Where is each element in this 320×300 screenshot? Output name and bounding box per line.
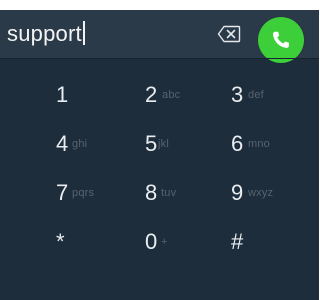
key-6[interactable]: 6 mno	[231, 123, 311, 167]
key-9[interactable]: 9 wxyz	[231, 172, 311, 216]
key-7[interactable]: 7 pqrs	[56, 172, 136, 216]
key-letters: pqrs	[72, 187, 95, 199]
key-3[interactable]: 3 def	[231, 74, 311, 118]
key-digit: 3	[231, 82, 244, 107]
key-digit: 0	[145, 229, 158, 254]
key-digit: 2	[145, 82, 158, 107]
key-digit: 1	[56, 82, 69, 107]
key-letters: mno	[248, 138, 270, 150]
key-0[interactable]: 0 +	[145, 221, 225, 265]
number-input[interactable]: support	[7, 20, 85, 48]
key-letters: wxyz	[248, 187, 274, 199]
key-letters: abc	[162, 89, 181, 101]
key-letters: +	[161, 236, 168, 248]
backspace-button[interactable]	[217, 25, 241, 43]
key-digit: 8	[145, 180, 158, 205]
key-4[interactable]: 4 ghi	[56, 123, 136, 167]
key-digit: 7	[56, 180, 69, 205]
key-letters: def	[248, 89, 264, 101]
key-letters: jkl	[158, 138, 169, 150]
key-digit: 5	[145, 131, 158, 156]
key-digit: #	[231, 229, 244, 254]
key-hash[interactable]: #	[231, 221, 311, 265]
number-input-bar[interactable]: support	[0, 10, 319, 63]
backspace-icon	[217, 25, 241, 43]
key-8[interactable]: 8 tuv	[145, 172, 225, 216]
key-letters: ghi	[72, 138, 88, 150]
call-button[interactable]	[258, 17, 304, 63]
dialer-panel: support 1 2 abc 3 def 4 ghi 5 jkl 6 mno 7 pqrs 8 tuv 9 w…	[0, 10, 319, 300]
key-digit: *	[56, 229, 65, 254]
phone-icon	[272, 31, 289, 48]
divider	[0, 58, 319, 59]
key-star[interactable]: *	[56, 221, 136, 265]
key-digit: 6	[231, 131, 244, 156]
key-5[interactable]: 5 jkl	[145, 123, 225, 167]
number-input-value: support	[7, 21, 82, 46]
key-1[interactable]: 1	[56, 74, 136, 118]
key-digit: 9	[231, 180, 244, 205]
key-letters: tuv	[161, 187, 177, 199]
key-2[interactable]: 2 abc	[145, 74, 225, 118]
key-digit: 4	[56, 131, 69, 156]
frame: support 1 2 abc 3 def 4 ghi 5 jkl 6 mno 7 pqrs 8 tuv 9 w…	[0, 0, 319, 300]
text-caret	[82, 21, 85, 45]
